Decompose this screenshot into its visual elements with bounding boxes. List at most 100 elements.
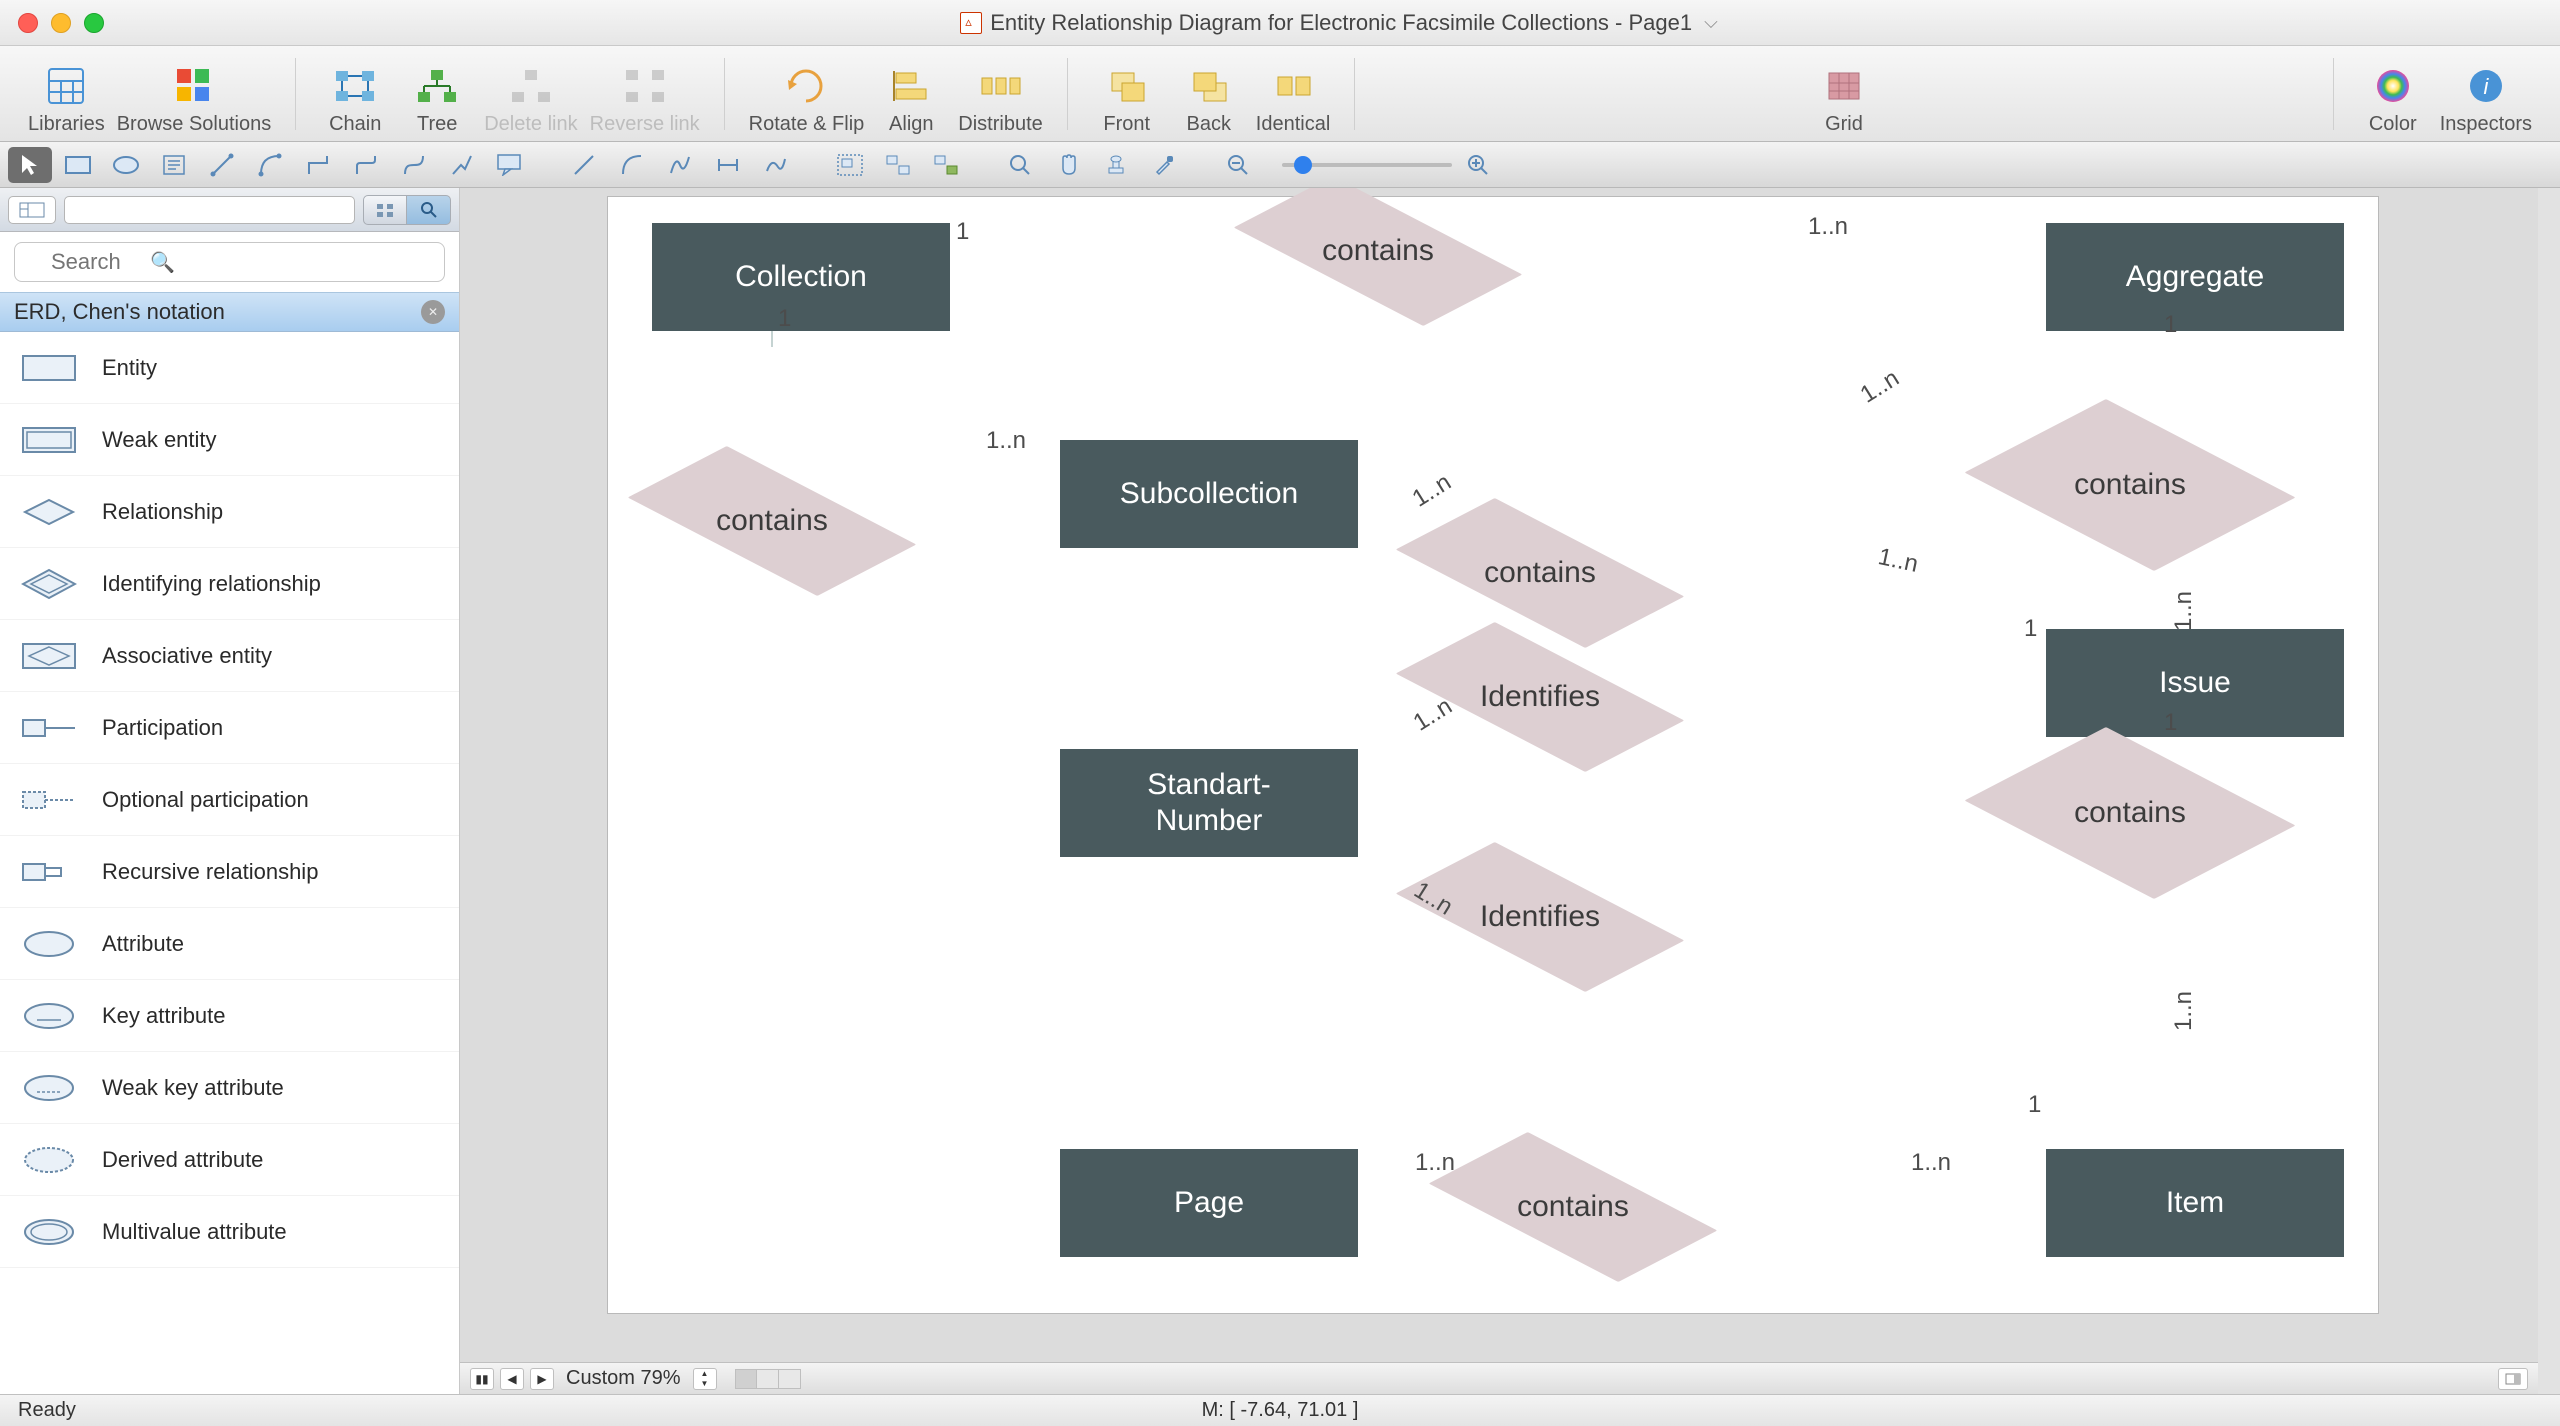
cardinality-label: 1 bbox=[2164, 709, 2177, 737]
relationship-identifies-1[interactable]: Identifies bbox=[1406, 627, 1674, 767]
entity-standart-number[interactable]: Standart- Number bbox=[1060, 749, 1358, 857]
connector-arc-button[interactable] bbox=[248, 147, 292, 183]
spline-tool-button[interactable] bbox=[658, 147, 702, 183]
sidebar-item-recursive-relationship[interactable]: Recursive relationship bbox=[0, 836, 459, 908]
pause-button[interactable]: ▮▮ bbox=[470, 1368, 494, 1390]
sidebar-collapse-button[interactable] bbox=[8, 196, 56, 224]
sidebar-item-attribute[interactable]: Attribute bbox=[0, 908, 459, 980]
connector-spline-button[interactable] bbox=[440, 147, 484, 183]
sidebar-item-associative-entity[interactable]: Associative entity bbox=[0, 620, 459, 692]
connector-bezier-button[interactable] bbox=[392, 147, 436, 183]
sidebar-item-label: Identifying relationship bbox=[102, 571, 321, 597]
close-icon[interactable]: ✕ bbox=[421, 300, 445, 324]
dimension-tool-button[interactable] bbox=[706, 147, 750, 183]
zoom-window-button[interactable] bbox=[84, 13, 104, 33]
zoom-in-button[interactable] bbox=[1456, 147, 1500, 183]
sidebar-item-derived-attribute[interactable]: Derived attribute bbox=[0, 1124, 459, 1196]
cardinality-label: 1 bbox=[2164, 311, 2177, 339]
rectangle-tool-button[interactable] bbox=[56, 147, 100, 183]
front-button[interactable]: Front bbox=[1092, 52, 1162, 136]
vertical-scrollbar[interactable] bbox=[2538, 188, 2560, 1394]
color-button[interactable]: Color bbox=[2358, 52, 2428, 136]
relationship-contains-1[interactable]: contains bbox=[1244, 188, 1512, 321]
window-controls bbox=[18, 13, 104, 33]
callout-tool-button[interactable] bbox=[488, 147, 532, 183]
canvas-scroll[interactable]: Collection Aggregate Subcollection Issue… bbox=[460, 188, 2538, 1362]
close-window-button[interactable] bbox=[18, 13, 38, 33]
search-input[interactable] bbox=[14, 242, 445, 282]
sidebar-item-optional-participation[interactable]: Optional participation bbox=[0, 764, 459, 836]
entity-aggregate[interactable]: Aggregate bbox=[2046, 223, 2344, 331]
next-button[interactable]: ▶ bbox=[530, 1368, 554, 1390]
zoom-out-button[interactable] bbox=[1216, 147, 1260, 183]
relationship-identifies-2[interactable]: Identifies bbox=[1406, 847, 1674, 987]
view-mode-1-button[interactable] bbox=[735, 1369, 757, 1389]
sidebar-item-key-attribute[interactable]: Key attribute bbox=[0, 980, 459, 1052]
arc-tool-button[interactable] bbox=[610, 147, 654, 183]
relationship-contains-2[interactable]: contains bbox=[638, 451, 906, 591]
align-button[interactable]: Align bbox=[876, 52, 946, 136]
inspectors-button[interactable]: i Inspectors bbox=[2440, 52, 2532, 136]
sidebar-section-header[interactable]: ERD, Chen's notation ✕ bbox=[0, 292, 459, 332]
sidebar-mini-input[interactable] bbox=[64, 196, 355, 224]
lock-button[interactable] bbox=[924, 147, 968, 183]
sidebar-item-multivalue-attribute[interactable]: Multivalue attribute bbox=[0, 1196, 459, 1268]
reverse-link-button[interactable]: Reverse link bbox=[590, 52, 700, 136]
rotate-flip-button[interactable]: Rotate & Flip bbox=[749, 52, 865, 136]
entity-page[interactable]: Page bbox=[1060, 1149, 1358, 1257]
grid-button[interactable]: Grid bbox=[1809, 52, 1879, 136]
entity-item[interactable]: Item bbox=[2046, 1149, 2344, 1257]
libraries-button[interactable]: Libraries bbox=[28, 52, 105, 136]
canvas-corner-button[interactable] bbox=[2498, 1368, 2528, 1390]
sidebar-item-relationship[interactable]: Relationship bbox=[0, 476, 459, 548]
ellipse-tool-button[interactable] bbox=[104, 147, 148, 183]
delete-link-button[interactable]: Delete link bbox=[484, 52, 577, 136]
connector-smart-button[interactable] bbox=[296, 147, 340, 183]
stamp-tool-button[interactable] bbox=[1094, 147, 1138, 183]
connector-direct-button[interactable] bbox=[200, 147, 244, 183]
zoom-slider-thumb[interactable] bbox=[1294, 156, 1312, 174]
hand-tool-button[interactable] bbox=[1046, 147, 1090, 183]
view-mode-3-button[interactable] bbox=[779, 1369, 801, 1389]
zoom-stepper[interactable]: ▲▼ bbox=[693, 1368, 717, 1390]
back-button[interactable]: Back bbox=[1174, 52, 1244, 136]
relationship-contains-6[interactable]: contains bbox=[1439, 1137, 1707, 1277]
selection-tool-button[interactable] bbox=[8, 147, 52, 183]
sidebar-grid-view-button[interactable] bbox=[363, 195, 407, 225]
group-button[interactable] bbox=[828, 147, 872, 183]
sidebar-section-title: ERD, Chen's notation bbox=[14, 299, 225, 325]
chain-button[interactable]: Chain bbox=[320, 52, 390, 136]
zoom-slider-track[interactable] bbox=[1282, 163, 1452, 167]
document-title: Entity Relationship Diagram for Electron… bbox=[990, 10, 1692, 36]
canvas[interactable]: Collection Aggregate Subcollection Issue… bbox=[607, 196, 2379, 1314]
entity-collection[interactable]: Collection bbox=[652, 223, 950, 331]
zoom-to-fit-button[interactable] bbox=[998, 147, 1042, 183]
distribute-button[interactable]: Distribute bbox=[958, 52, 1042, 136]
titlebar-title[interactable]: Entity Relationship Diagram for Electron… bbox=[136, 10, 2542, 36]
relationship-contains-4[interactable]: contains bbox=[1996, 385, 2264, 585]
prev-button[interactable]: ◀ bbox=[500, 1368, 524, 1390]
freeform-tool-button[interactable] bbox=[754, 147, 798, 183]
ungroup-button[interactable] bbox=[876, 147, 920, 183]
eyedropper-tool-button[interactable] bbox=[1142, 147, 1186, 183]
sidebar-item-weak-key-attribute[interactable]: Weak key attribute bbox=[0, 1052, 459, 1124]
back-label: Back bbox=[1187, 113, 1231, 136]
text-tool-button[interactable] bbox=[152, 147, 196, 183]
relationship-contains-5[interactable]: contains bbox=[1996, 713, 2264, 913]
connector-round-button[interactable] bbox=[344, 147, 388, 183]
relationship-contains-3[interactable]: contains bbox=[1406, 503, 1674, 643]
entity-subcollection[interactable]: Subcollection bbox=[1060, 440, 1358, 548]
browse-solutions-button[interactable]: Browse Solutions bbox=[117, 52, 272, 136]
sidebar-item-weak-entity[interactable]: Weak entity bbox=[0, 404, 459, 476]
tree-icon bbox=[416, 65, 458, 107]
zoom-slider[interactable] bbox=[1282, 163, 1452, 167]
tree-button[interactable]: Tree bbox=[402, 52, 472, 136]
identical-button[interactable]: Identical bbox=[1256, 52, 1331, 136]
view-mode-2-button[interactable] bbox=[757, 1369, 779, 1389]
sidebar-item-identifying-relationship[interactable]: Identifying relationship bbox=[0, 548, 459, 620]
sidebar-search-view-button[interactable] bbox=[407, 195, 451, 225]
sidebar-item-participation[interactable]: Participation bbox=[0, 692, 459, 764]
line-tool-button[interactable] bbox=[562, 147, 606, 183]
minimize-window-button[interactable] bbox=[51, 13, 71, 33]
sidebar-item-entity[interactable]: Entity bbox=[0, 332, 459, 404]
